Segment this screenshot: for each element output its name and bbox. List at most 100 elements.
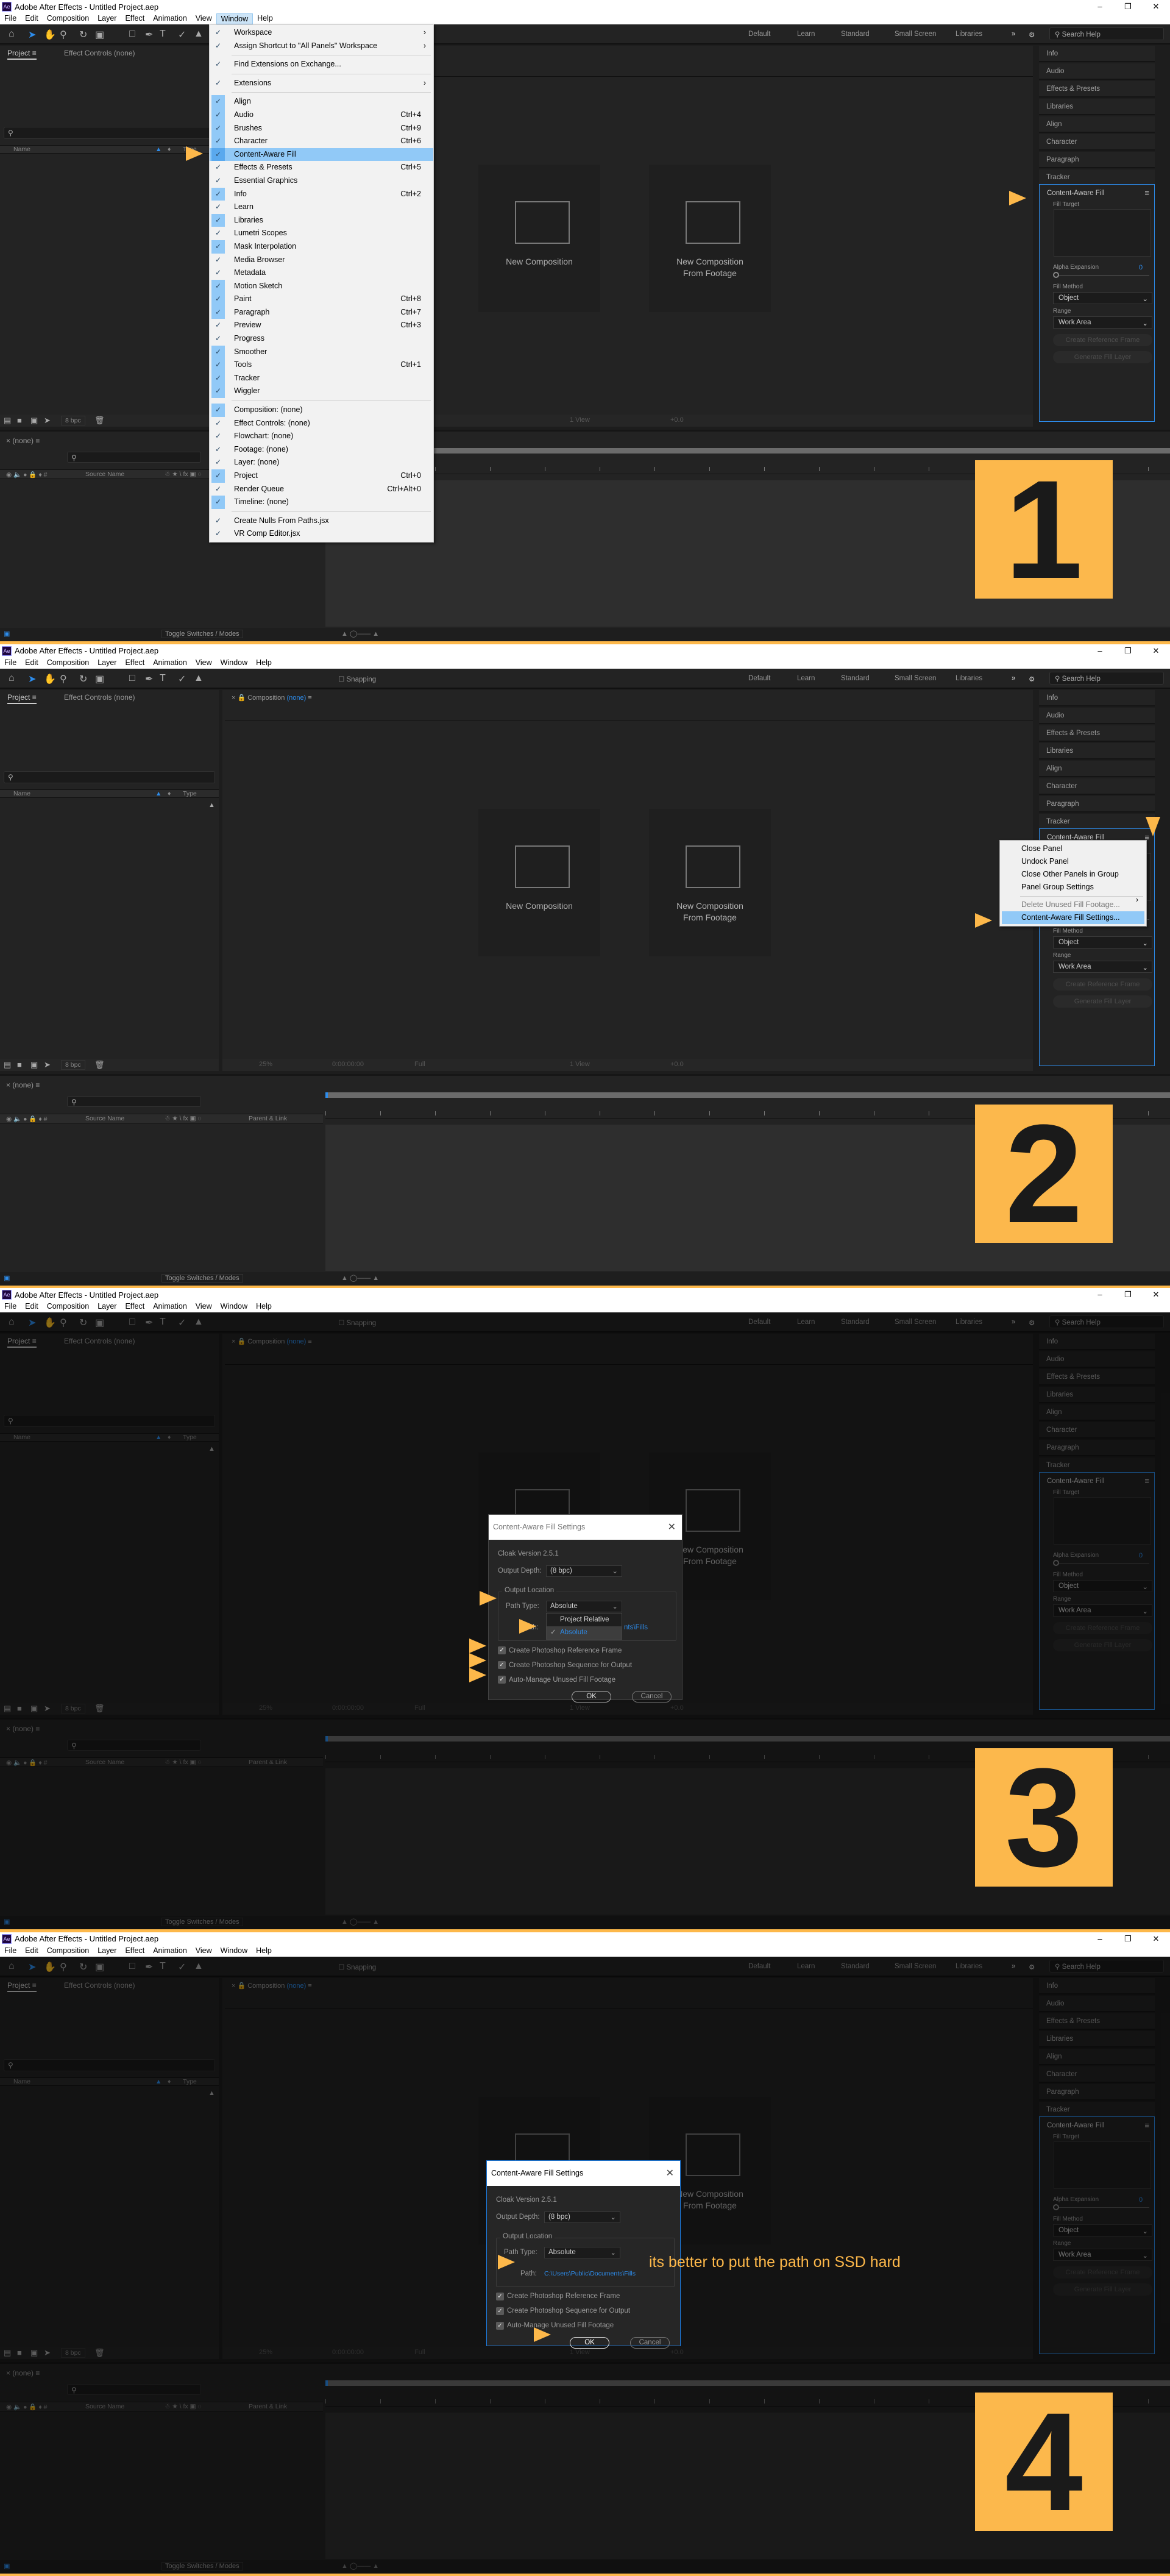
- camera-tool-icon[interactable]: ▣: [95, 673, 104, 685]
- more-workspaces-button[interactable]: »: [1012, 30, 1015, 38]
- fill-method-dropdown[interactable]: Object ⌄: [1053, 292, 1152, 304]
- menu-window[interactable]: Window: [216, 13, 254, 24]
- menu-help[interactable]: Help: [252, 1946, 276, 1957]
- label-tag-icon[interactable]: ♦: [168, 790, 171, 797]
- layer-render-icon[interactable]: ▣: [4, 630, 10, 638]
- tab-project[interactable]: Project ≡: [7, 49, 37, 60]
- selection-tool-icon[interactable]: ➤: [28, 29, 36, 41]
- menu-window[interactable]: Window: [216, 1301, 252, 1312]
- window-menu-item[interactable]: ✓ Libraries ›: [210, 213, 433, 227]
- window-menu-item[interactable]: ✓ Metadata ›: [210, 266, 433, 280]
- panel-align[interactable]: Align: [1039, 116, 1155, 133]
- toggle-switches-modes-button[interactable]: Toggle Switches / Modes: [161, 1273, 243, 1283]
- project-search-input[interactable]: ⚲: [4, 770, 215, 783]
- panel-paragraph[interactable]: Paragraph: [1039, 152, 1155, 168]
- close-window-button[interactable]: ✕: [1142, 0, 1170, 13]
- rotate-tool-icon[interactable]: ↻: [79, 673, 87, 685]
- panel-audio[interactable]: Audio: [1039, 63, 1155, 80]
- search-help-input[interactable]: ⚲ Search Help: [1049, 27, 1164, 40]
- type-column-header[interactable]: Type: [183, 790, 197, 797]
- menu-layer[interactable]: Layer: [93, 1301, 121, 1312]
- shape-tool-icon[interactable]: □: [129, 673, 135, 684]
- generate-fill-layer-button[interactable]: Generate Fill Layer: [1053, 995, 1152, 1008]
- menu-file[interactable]: File: [0, 1946, 21, 1957]
- menu-view[interactable]: View: [191, 1301, 216, 1312]
- timeline-tab[interactable]: × (none) ≡: [6, 436, 40, 445]
- more-workspaces-button[interactable]: »: [1012, 675, 1015, 682]
- menu-window[interactable]: Window: [216, 1946, 252, 1957]
- window-menu-item[interactable]: ✓ Workspace ›: [210, 26, 433, 40]
- render-icon[interactable]: ➤: [44, 1060, 51, 1070]
- close-window-button[interactable]: ✕: [1142, 1288, 1170, 1301]
- window-menu-item[interactable]: ✓ Tools Ctrl+1 ›: [210, 358, 433, 372]
- window-menu-item[interactable]: ✓ Timeline: (none) ›: [210, 496, 433, 509]
- menu-effect[interactable]: Effect: [121, 658, 149, 669]
- panel-menu-item[interactable]: Delete Unused Fill Footage... ›: [1002, 895, 1144, 911]
- exposure-value[interactable]: +0.0: [670, 1061, 684, 1068]
- sync-settings-icon[interactable]: ⚙: [1029, 675, 1035, 683]
- window-menu-item[interactable]: ✓ Media Browser ›: [210, 254, 433, 267]
- resolution-dropdown[interactable]: Full: [414, 1061, 425, 1068]
- restore-button[interactable]: ❐: [1114, 1288, 1142, 1301]
- exposure-value[interactable]: +0.0: [670, 416, 684, 424]
- minimize-button[interactable]: –: [1086, 1288, 1114, 1301]
- source-name-column[interactable]: Source Name: [85, 471, 124, 478]
- window-menu-item[interactable]: ✓ Smoother ›: [210, 345, 433, 359]
- menu-view[interactable]: View: [191, 1946, 216, 1957]
- window-menu-item[interactable]: ✓ Find Extensions on Exchange... ›: [210, 55, 433, 71]
- window-menu-item[interactable]: ✓ Paint Ctrl+8 ›: [210, 293, 433, 306]
- workspace-default[interactable]: Default: [748, 675, 770, 682]
- menu-animation[interactable]: Animation: [149, 1301, 191, 1312]
- new-composition-card[interactable]: New Composition: [478, 808, 600, 956]
- sort-ascending-icon[interactable]: ▲: [155, 790, 161, 797]
- window-menu-item[interactable]: ✓ Tracker ›: [210, 371, 433, 385]
- search-help-input[interactable]: ⚲ Search Help: [1049, 671, 1164, 685]
- menu-layer[interactable]: Layer: [93, 1946, 121, 1957]
- window-menu-item[interactable]: ✓ Motion Sketch ›: [210, 279, 433, 293]
- panel-tracker[interactable]: Tracker: [1039, 813, 1155, 830]
- restore-button[interactable]: ❐: [1114, 1932, 1142, 1946]
- tab-project[interactable]: Project ≡: [7, 693, 37, 704]
- window-menu-item[interactable]: ✓ Effects & Presets Ctrl+5 ›: [210, 161, 433, 174]
- panel-effects-presets[interactable]: Effects & Presets: [1039, 725, 1155, 742]
- pen-tool-icon[interactable]: ✒: [145, 29, 153, 41]
- tab-effect-controls[interactable]: Effect Controls (none): [64, 49, 135, 57]
- window-menu-item[interactable]: ✓ Preview Ctrl+3 ›: [210, 319, 433, 332]
- menu-composition[interactable]: Composition: [43, 13, 93, 24]
- menu-animation[interactable]: Animation: [149, 1946, 191, 1957]
- window-menu-item[interactable]: ✓ Brushes Ctrl+9 ›: [210, 121, 433, 135]
- panel-libraries[interactable]: Libraries: [1039, 742, 1155, 760]
- flowchart-icon[interactable]: ▲: [208, 802, 215, 809]
- window-menu-item[interactable]: ✓ Render Queue Ctrl+Alt+0 ›: [210, 483, 433, 496]
- menu-view[interactable]: View: [191, 658, 216, 669]
- ok-button[interactable]: OK: [572, 1691, 611, 1703]
- window-menu-item[interactable]: ✓ VR Comp Editor.jsx ›: [210, 527, 433, 541]
- bit-depth-button[interactable]: 8 bpc: [61, 416, 85, 425]
- fill-method-dropdown[interactable]: Object ⌄: [1053, 936, 1152, 948]
- timeline-zoom-slider[interactable]: ▲ ◯—— ▲: [341, 1274, 379, 1282]
- zoom-tool-icon[interactable]: ⚲: [60, 673, 67, 685]
- camera-tool-icon[interactable]: ▣: [95, 29, 104, 41]
- menu-view[interactable]: View: [191, 13, 216, 24]
- bit-depth-button[interactable]: 8 bpc: [61, 1059, 85, 1070]
- menu-window[interactable]: Window: [216, 658, 252, 669]
- panel-info[interactable]: Info: [1039, 46, 1155, 62]
- panel-character[interactable]: Character: [1039, 134, 1155, 151]
- panel-menu-item[interactable]: Close Panel ›: [1002, 842, 1144, 855]
- workspace-default[interactable]: Default: [748, 30, 770, 38]
- timeline-tab[interactable]: × (none) ≡: [6, 1081, 40, 1089]
- pen-tool-icon[interactable]: ✒: [145, 673, 153, 685]
- menu-layer[interactable]: Layer: [93, 13, 121, 24]
- workspace-libraries[interactable]: Libraries: [956, 675, 982, 682]
- window-menu-item[interactable]: ✓ Effect Controls: (none) ›: [210, 417, 433, 430]
- tab-effect-controls[interactable]: Effect Controls (none): [64, 693, 135, 702]
- workspace-standard[interactable]: Standard: [841, 675, 870, 682]
- path-value[interactable]: C:\Users\Public\Documents\Fills: [544, 2270, 636, 2277]
- create-ps-reference-checkbox[interactable]: ✓ Create Photoshop Reference Frame: [498, 1646, 622, 1654]
- interpret-footage-icon[interactable]: ▤: [4, 416, 11, 425]
- view-layout-dropdown[interactable]: 1 View: [570, 1061, 590, 1068]
- new-folder-icon[interactable]: ■: [17, 416, 22, 425]
- panel-menu-item[interactable]: Undock Panel ›: [1002, 855, 1144, 868]
- view-layout-dropdown[interactable]: 1 View: [570, 416, 590, 424]
- zoom-tool-icon[interactable]: ⚲: [60, 29, 67, 41]
